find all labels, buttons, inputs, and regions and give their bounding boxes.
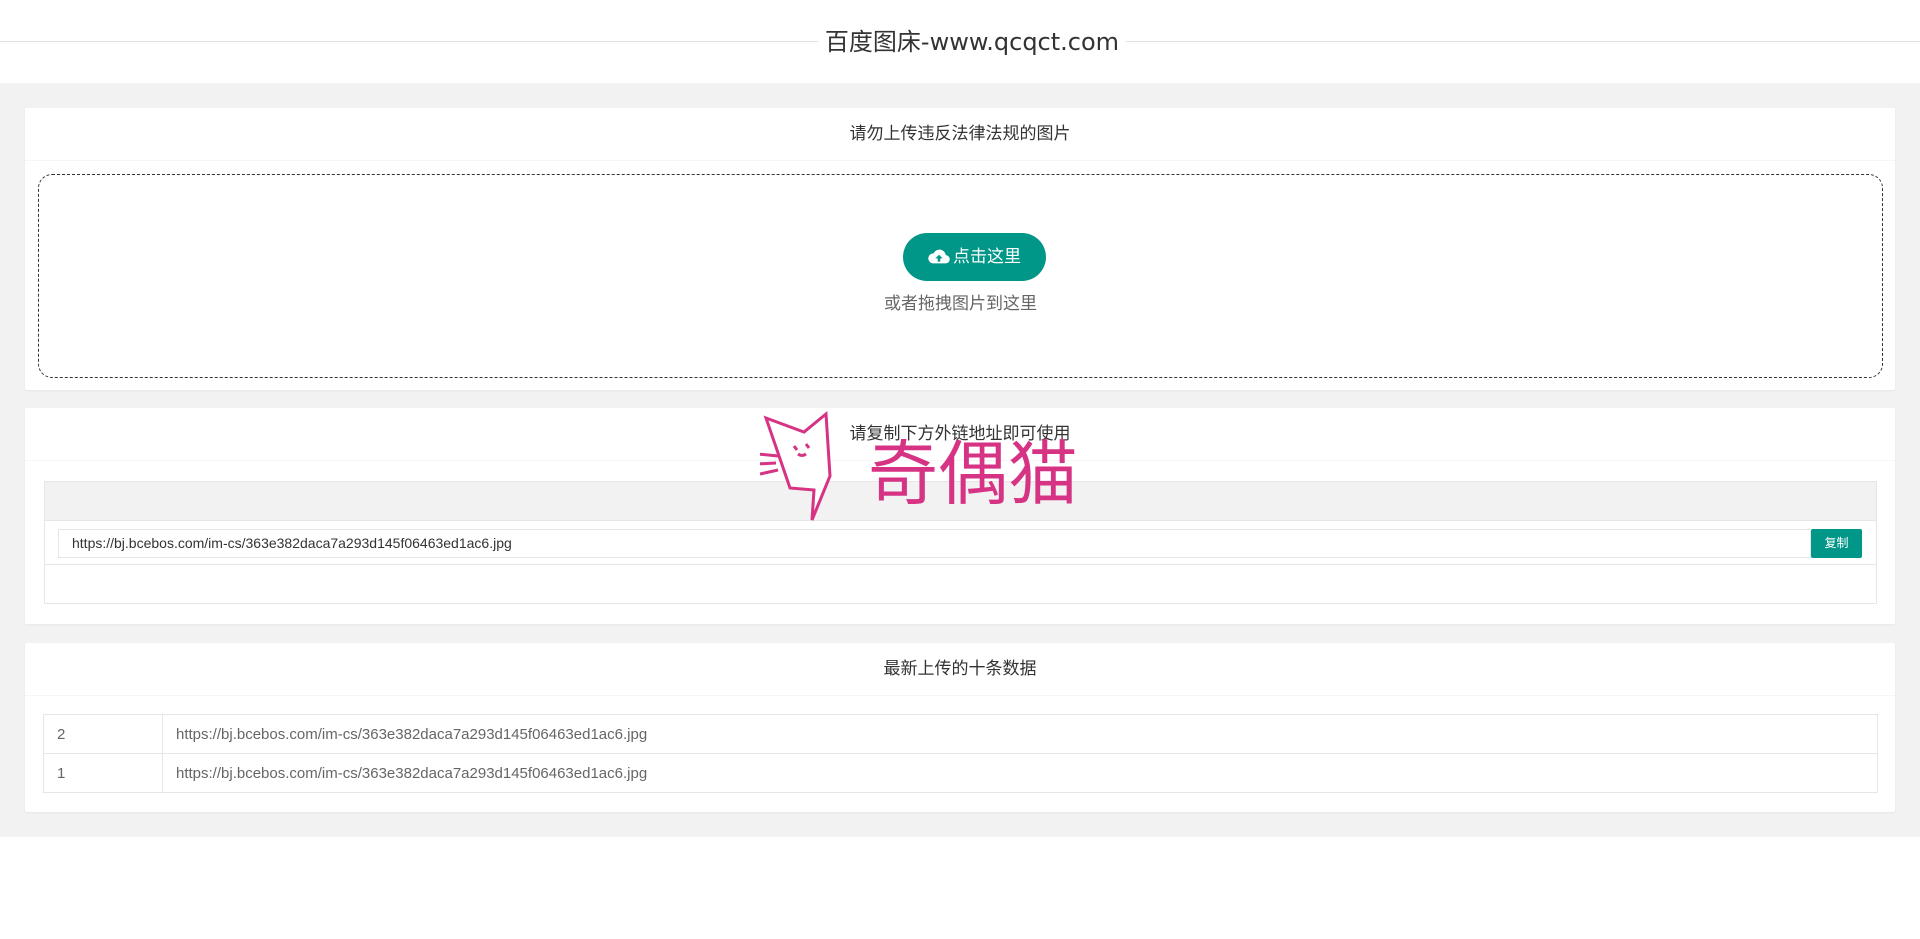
header-divider-right bbox=[1126, 41, 1920, 42]
copy-button[interactable]: 复制 bbox=[1811, 529, 1862, 558]
table-row: 1 https://bj.bcebos.com/im-cs/363e382dac… bbox=[43, 753, 1878, 793]
link-table-header bbox=[45, 482, 1876, 521]
recent-card-title: 最新上传的十条数据 bbox=[25, 643, 1895, 696]
link-card: 请复制下方外链地址即可使用 https://bj.bcebos.com/im-c… bbox=[25, 408, 1895, 624]
upload-card: 请勿上传违反法律法规的图片 点击这里 或者拖拽图片到这里 bbox=[25, 108, 1895, 390]
cloud-upload-icon bbox=[928, 249, 950, 264]
upload-card-title: 请勿上传违反法律法规的图片 bbox=[25, 108, 1895, 161]
link-url-field[interactable]: https://bj.bcebos.com/im-cs/363e382daca7… bbox=[58, 529, 1811, 558]
recent-card: 最新上传的十条数据 2 https://bj.bcebos.com/im-cs/… bbox=[25, 643, 1895, 812]
recent-table: 2 https://bj.bcebos.com/im-cs/363e382dac… bbox=[43, 714, 1878, 793]
link-row: https://bj.bcebos.com/im-cs/363e382daca7… bbox=[45, 521, 1876, 565]
header-divider-left bbox=[0, 41, 818, 42]
upload-button-label: 点击这里 bbox=[953, 247, 1021, 267]
link-table: https://bj.bcebos.com/im-cs/363e382daca7… bbox=[44, 481, 1877, 604]
row-url[interactable]: https://bj.bcebos.com/im-cs/363e382daca7… bbox=[162, 753, 1878, 793]
row-id: 1 bbox=[43, 753, 163, 793]
drop-hint: 或者拖拽图片到这里 bbox=[884, 294, 1037, 314]
site-title: 百度图床-www.qcqct.com bbox=[824, 28, 1120, 56]
upload-button[interactable]: 点击这里 bbox=[903, 233, 1046, 281]
table-row: 2 https://bj.bcebos.com/im-cs/363e382dac… bbox=[43, 714, 1878, 754]
site-header: 百度图床-www.qcqct.com bbox=[0, 0, 1920, 83]
row-url[interactable]: https://bj.bcebos.com/im-cs/363e382daca7… bbox=[162, 714, 1878, 754]
row-id: 2 bbox=[43, 714, 163, 754]
upload-dropzone[interactable]: 点击这里 或者拖拽图片到这里 bbox=[38, 174, 1883, 378]
link-card-title: 请复制下方外链地址即可使用 bbox=[25, 408, 1895, 461]
